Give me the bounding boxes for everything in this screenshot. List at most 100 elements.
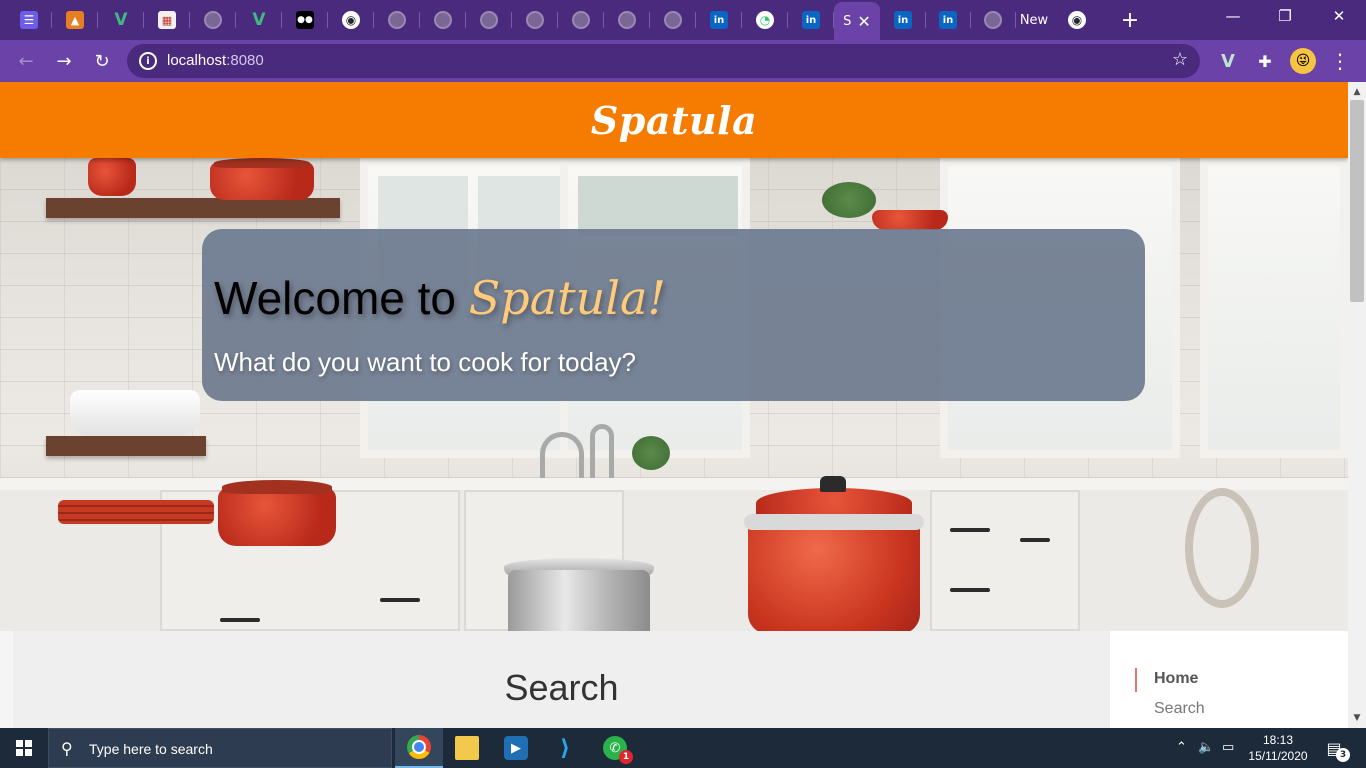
browser-tab[interactable] xyxy=(374,4,420,36)
browser-tab[interactable] xyxy=(420,4,466,36)
windows-logo-icon xyxy=(16,740,32,756)
tab-new-tab[interactable]: New xyxy=(1014,4,1054,36)
browser-tab[interactable]: ◉ xyxy=(328,4,374,36)
browser-tab[interactable]: ●● xyxy=(282,4,328,36)
browser-tab[interactable]: in xyxy=(788,4,834,36)
taskbar-search-box[interactable]: ⚲ Type here to search xyxy=(48,728,392,768)
close-tab-icon[interactable]: ✕ xyxy=(857,12,870,31)
clock-time: 18:13 xyxy=(1262,733,1294,747)
taskbar-media-player[interactable]: ▶ xyxy=(492,728,540,768)
cabinet-handle xyxy=(950,588,990,592)
browser-tab[interactable] xyxy=(558,4,604,36)
address-bar[interactable]: i localhost:8080 ☆ xyxy=(127,44,1200,78)
taskbar-vscode[interactable]: ⟩ xyxy=(541,728,589,768)
white-dish xyxy=(70,390,200,436)
scroll-thumb[interactable] xyxy=(1350,100,1364,302)
profile-avatar[interactable]: 😜 xyxy=(1290,48,1316,74)
close-window-button[interactable]: ✕ xyxy=(1314,0,1364,32)
back-button[interactable]: ← xyxy=(10,45,42,77)
red-pot-lid-top xyxy=(214,158,310,168)
restore-button[interactable]: ❐ xyxy=(1260,0,1310,32)
taskbar-search-placeholder: Type here to search xyxy=(89,741,213,757)
welcome-prefix: Welcome to xyxy=(214,272,469,324)
clock-date: 15/11/2020 xyxy=(1248,749,1308,763)
browser-tab[interactable]: in xyxy=(880,4,926,36)
github-icon: ◉ xyxy=(1068,11,1086,29)
windows-taskbar: ⚲ Type here to search ▶ ⟩ ✆ 1 ⌃ 🔈 ▭ 18:13… xyxy=(0,728,1366,768)
browser-tab[interactable] xyxy=(512,4,558,36)
red-pan-stack xyxy=(58,500,214,524)
calendar-icon: ▦ xyxy=(158,11,176,29)
brand-logo[interactable]: Spatula xyxy=(591,98,757,143)
welcome-card: Welcome to Spatula! What do you want to … xyxy=(202,229,1145,401)
chrome-icon xyxy=(407,735,431,759)
browser-tab[interactable] xyxy=(190,4,236,36)
pie-chart-icon: ◔ xyxy=(756,11,774,29)
side-nav-home[interactable]: Home xyxy=(1154,670,1198,688)
browser-tab[interactable]: ▦ xyxy=(144,4,190,36)
browser-tab[interactable] xyxy=(466,4,512,36)
taskbar-file-explorer[interactable] xyxy=(443,728,491,768)
tab-separator xyxy=(833,12,834,28)
browser-tab-strip: S ✕ New ◉ + — ❐ ✕ ☰ ▲ V ▦ V ●● ◉ in ◔ in in in xyxy=(0,0,1366,40)
vue-devtools-icon[interactable]: V xyxy=(1214,47,1242,75)
browser-tab[interactable] xyxy=(650,4,696,36)
extensions-puzzle-icon[interactable]: ✚ xyxy=(1251,47,1279,75)
globe-icon xyxy=(204,11,222,29)
red-pot-window xyxy=(872,210,948,230)
dutch-oven-lid xyxy=(222,480,332,494)
globe-icon xyxy=(984,11,1002,29)
page-scrollbar[interactable]: ▲ ▼ xyxy=(1348,82,1366,728)
bookmark-star-icon[interactable]: ☆ xyxy=(1172,49,1188,70)
browser-tab[interactable]: in xyxy=(925,4,971,36)
linkedin-icon: in xyxy=(894,11,912,29)
big-red-pot-rim xyxy=(744,514,924,530)
tray-chevron-up-icon[interactable]: ⌃ xyxy=(1176,740,1187,755)
active-nav-marker xyxy=(1135,668,1137,692)
browser-toolbar: ← → ↻ i localhost:8080 ☆ V ✚ 😜 ⋮ xyxy=(0,40,1366,82)
vue-icon: V xyxy=(114,10,128,30)
browser-tab[interactable]: V xyxy=(236,4,282,36)
battery-icon[interactable]: ▭ xyxy=(1222,740,1234,755)
taskbar-whatsapp[interactable]: ✆ 1 xyxy=(591,728,639,768)
cabinet-3 xyxy=(930,490,1080,631)
globe-icon xyxy=(434,11,452,29)
browser-tab[interactable] xyxy=(604,4,650,36)
scroll-up-arrow-icon[interactable]: ▲ xyxy=(1351,86,1363,98)
address-url[interactable]: localhost:8080 xyxy=(167,52,264,69)
big-red-pot-knob xyxy=(820,476,846,492)
reload-button[interactable]: ↻ xyxy=(86,45,118,77)
tab-spatula-active[interactable]: S ✕ xyxy=(834,2,880,40)
taskbar-chrome[interactable] xyxy=(395,728,443,768)
scroll-down-arrow-icon[interactable]: ▼ xyxy=(1351,712,1363,724)
volume-icon[interactable]: 🔈 xyxy=(1198,740,1214,755)
minimize-button[interactable]: — xyxy=(1208,0,1258,32)
steel-pot xyxy=(508,570,650,631)
system-clock[interactable]: 18:13 15/11/2020 xyxy=(1246,732,1310,764)
vue-icon: V xyxy=(252,10,266,30)
browser-menu-icon[interactable]: ⋮ xyxy=(1326,47,1354,75)
browser-tab[interactable]: ☰ xyxy=(6,4,52,36)
globe-icon xyxy=(618,11,636,29)
tab-github[interactable]: ◉ xyxy=(1054,4,1100,36)
browser-tab[interactable] xyxy=(970,4,1016,36)
search-icon: ⚲ xyxy=(61,739,73,758)
new-tab-button[interactable]: + xyxy=(1116,6,1144,34)
site-info-icon[interactable]: i xyxy=(139,52,157,70)
browser-tab[interactable]: ▲ xyxy=(52,4,98,36)
red-dutch-oven xyxy=(218,488,336,546)
browser-tab[interactable]: V xyxy=(98,4,144,36)
search-section: Search xyxy=(13,631,1110,728)
notification-center-icon[interactable]: ▤ 3 xyxy=(1322,736,1350,762)
welcome-title: Welcome to Spatula! xyxy=(214,271,666,325)
github-icon: ◉ xyxy=(342,11,360,29)
side-nav-search[interactable]: Search xyxy=(1154,700,1205,718)
start-button[interactable] xyxy=(0,728,48,768)
decor-wheel xyxy=(1185,488,1259,608)
browser-tab[interactable]: ◔ xyxy=(742,4,788,36)
browser-tab[interactable]: in xyxy=(696,4,742,36)
forward-button[interactable]: → xyxy=(48,45,80,77)
cabinet-handle xyxy=(220,618,260,622)
kitchen-window-far xyxy=(1200,158,1348,458)
new-tab-title: New xyxy=(1019,12,1049,28)
